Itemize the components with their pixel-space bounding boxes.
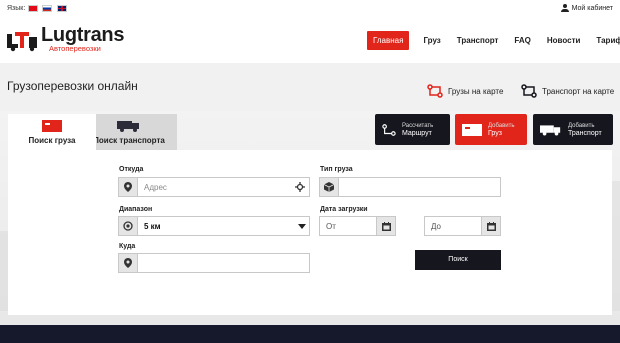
user-icon <box>560 4 569 12</box>
add-transport-small-label: Добавить <box>568 122 595 129</box>
search-panel <box>8 150 612 315</box>
subheader: Грузоперевозки онлайн Грузы на карте Тра… <box>0 63 620 111</box>
range-icon <box>119 217 138 235</box>
to-label: Куда <box>119 243 136 250</box>
from-input-placeholder: Адрес <box>144 182 167 192</box>
range-value: 5 км <box>144 221 161 231</box>
add-transport-button[interactable]: Добавить Транспорт <box>533 114 613 145</box>
route-main-label: Маршрут <box>402 129 432 137</box>
tab-cargo-label: Поиск груза <box>28 136 76 145</box>
truck-icon <box>117 121 139 132</box>
cargo-map-label: Грузы на карте <box>448 86 504 96</box>
nav-item-transport[interactable]: Транспорт <box>457 36 499 45</box>
add-cargo-text: Добавить Груз <box>488 122 515 138</box>
route-icon <box>382 123 396 136</box>
cargo-map-link[interactable]: Грузы на карте <box>427 84 503 98</box>
date-to-placeholder: До <box>431 221 441 231</box>
transport-map-label: Транспорт на карте <box>542 86 615 96</box>
transport-map-link[interactable]: Транспорт на карте <box>521 84 614 98</box>
english-flag-icon[interactable] <box>57 5 67 12</box>
add-transport-main-label: Транспорт <box>568 129 602 137</box>
nav-item-faq[interactable]: FAQ <box>514 36 530 45</box>
date-to-input[interactable]: До <box>424 216 501 236</box>
cargo-box-icon <box>42 120 62 132</box>
to-input[interactable] <box>118 253 310 273</box>
add-cargo-button[interactable]: Добавить Груз <box>455 114 527 145</box>
calendar-icon[interactable] <box>376 217 395 235</box>
date-from-input[interactable]: От <box>319 216 396 236</box>
header: Lugtrans Автоперевозки Главная Груз Тран… <box>0 18 620 63</box>
nav-item-news[interactable]: Новости <box>547 36 581 45</box>
language-label: Язык: <box>7 5 26 12</box>
date-from-placeholder: От <box>326 221 336 231</box>
map-pin-icon <box>119 178 138 196</box>
nav-item-cargo[interactable]: Груз <box>423 36 440 45</box>
my-cabinet-label: Мой кабинет <box>571 4 613 12</box>
cargo-box-icon <box>462 123 482 136</box>
calculate-route-button[interactable]: Рассчитать Маршрут <box>375 114 450 145</box>
add-transport-text: Добавить Транспорт <box>568 122 602 138</box>
route-pin-icon <box>427 84 443 98</box>
chevron-down-icon <box>295 223 309 229</box>
my-cabinet-link[interactable]: Мой кабинет <box>560 4 613 12</box>
from-input[interactable]: Адрес <box>118 177 310 197</box>
cargo-type-input[interactable] <box>319 177 501 197</box>
truck-icon <box>540 124 561 135</box>
from-label: Откуда <box>119 166 144 173</box>
map-pin-icon <box>119 254 138 272</box>
range-select[interactable]: 5 км <box>118 216 310 236</box>
main-nav: Главная Груз Транспорт FAQ Новости Тариф… <box>367 31 620 50</box>
nav-item-home[interactable]: Главная <box>367 31 410 50</box>
route-button-text: Рассчитать Маршрут <box>402 122 433 138</box>
russian-flag-icon[interactable] <box>42 5 52 12</box>
page-title: Грузоперевозки онлайн <box>7 79 138 93</box>
add-cargo-small-label: Добавить <box>488 122 515 129</box>
logo[interactable]: Lugtrans Автоперевозки <box>6 24 125 53</box>
search-button[interactable]: Поиск <box>415 250 501 270</box>
truck-logo-icon <box>7 31 37 51</box>
locate-icon[interactable] <box>291 182 309 192</box>
logo-text: Lugtrans Автоперевозки <box>41 24 125 53</box>
route-pin-icon <box>521 84 537 98</box>
calendar-icon[interactable] <box>481 217 500 235</box>
top-bar: Язык: Мой кабинет <box>0 0 620 18</box>
tab-cargo-search[interactable]: Поиск груза <box>8 114 96 150</box>
nav-item-tariffs[interactable]: Тарифы <box>596 36 620 45</box>
box-icon <box>320 178 339 196</box>
footer-bar <box>0 325 620 343</box>
cargo-type-label: Тип груза <box>320 166 353 173</box>
load-date-label: Дата загрузки <box>320 206 368 213</box>
range-label: Диапазон <box>119 206 153 213</box>
route-small-label: Рассчитать <box>402 122 434 129</box>
add-cargo-main-label: Груз <box>488 129 502 137</box>
turkish-flag-icon[interactable] <box>28 5 38 12</box>
logo-title: Lugtrans <box>41 24 125 46</box>
